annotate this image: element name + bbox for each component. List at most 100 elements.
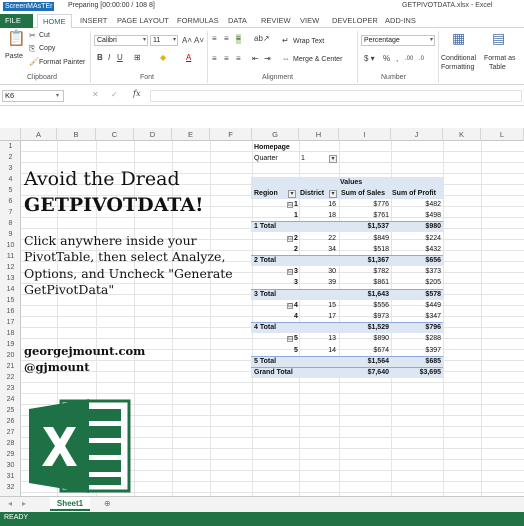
- tab-home[interactable]: HOME: [37, 14, 72, 29]
- column-header[interactable]: G: [252, 128, 299, 141]
- underline-icon[interactable]: U: [117, 53, 123, 63]
- row-header[interactable]: 6: [0, 196, 21, 207]
- tab-review[interactable]: REVIEW: [256, 14, 296, 28]
- row-header[interactable]: 14: [0, 284, 21, 295]
- name-box[interactable]: K6: [2, 90, 64, 102]
- row-header[interactable]: 3: [0, 163, 21, 174]
- format-as-table-label[interactable]: Format as: [484, 55, 516, 62]
- row-header[interactable]: 15: [0, 295, 21, 306]
- font-name-combo[interactable]: Calibri ▾: [94, 35, 148, 46]
- column-header[interactable]: I: [339, 128, 391, 141]
- column-header[interactable]: F: [210, 128, 252, 141]
- decrease-font-icon[interactable]: A˅: [194, 36, 204, 46]
- tab-formulas[interactable]: FORMULAS: [172, 14, 224, 28]
- formula-input[interactable]: [150, 90, 522, 102]
- align-middle-icon[interactable]: ≡: [224, 34, 229, 44]
- tab-add-ins[interactable]: ADD-INS: [380, 14, 421, 28]
- borders-icon[interactable]: ⊞: [134, 53, 141, 63]
- row-header[interactable]: 8: [0, 218, 21, 229]
- collapse-icon[interactable]: ⊟: [287, 336, 293, 343]
- tab-view[interactable]: VIEW: [295, 14, 324, 28]
- collapse-icon[interactable]: ⊟: [287, 202, 293, 208]
- row-header[interactable]: 16: [0, 306, 21, 317]
- row-header[interactable]: 7: [0, 207, 21, 218]
- conditional-formatting-label[interactable]: Conditional: [441, 55, 476, 62]
- select-all-corner[interactable]: [0, 128, 21, 141]
- row-header[interactable]: 11: [0, 251, 21, 262]
- bold-icon[interactable]: B: [97, 53, 103, 63]
- row-header[interactable]: 28: [0, 438, 21, 449]
- row-header[interactable]: 32: [0, 482, 21, 493]
- row-header[interactable]: 13: [0, 273, 21, 284]
- row-header[interactable]: 5: [0, 185, 21, 196]
- align-right-icon[interactable]: ≡: [236, 54, 241, 64]
- font-size-combo[interactable]: 11 ▾: [150, 35, 178, 46]
- comma-icon[interactable]: ,: [396, 54, 398, 64]
- row-header[interactable]: 26: [0, 416, 21, 427]
- filter-dropdown-icon[interactable]: ▾: [329, 155, 337, 163]
- scroll-right-icon[interactable]: ▸: [22, 499, 26, 509]
- column-header[interactable]: H: [299, 128, 339, 141]
- paste-icon[interactable]: 📋: [7, 31, 26, 46]
- chevron-down-icon[interactable]: ▾: [56, 91, 59, 101]
- row-header[interactable]: 20: [0, 350, 21, 361]
- row-header[interactable]: 21: [0, 361, 21, 372]
- tab-data[interactable]: DATA: [223, 14, 252, 28]
- wrap-text-button[interactable]: Wrap Text: [293, 38, 324, 45]
- column-header[interactable]: D: [134, 128, 172, 141]
- conditional-formatting-label-2[interactable]: Formatting: [441, 64, 474, 71]
- increase-indent-icon[interactable]: ⇥: [264, 54, 271, 64]
- tab-file[interactable]: FILE: [0, 14, 33, 28]
- increase-decimal-icon[interactable]: .00: [405, 54, 413, 64]
- column-header[interactable]: K: [443, 128, 481, 141]
- row-header[interactable]: 27: [0, 427, 21, 438]
- row-header[interactable]: 9: [0, 229, 21, 240]
- sheet-tab-sheet1[interactable]: Sheet1: [50, 497, 90, 511]
- row-header[interactable]: 19: [0, 339, 21, 350]
- column-header[interactable]: L: [481, 128, 524, 141]
- row-header[interactable]: 29: [0, 449, 21, 460]
- column-header[interactable]: A: [21, 128, 57, 141]
- column-header[interactable]: B: [57, 128, 96, 141]
- row-header[interactable]: 31: [0, 471, 21, 482]
- row-header[interactable]: 12: [0, 262, 21, 273]
- district-filter-icon[interactable]: ▾: [329, 190, 337, 198]
- align-center-icon[interactable]: ≡: [224, 54, 229, 64]
- font-color-icon[interactable]: A: [186, 53, 191, 63]
- column-header[interactable]: E: [172, 128, 210, 141]
- decrease-decimal-icon[interactable]: .0: [419, 54, 424, 64]
- collapse-icon[interactable]: ⊟: [287, 302, 293, 309]
- row-header[interactable]: 2: [0, 152, 21, 163]
- scroll-left-icon[interactable]: ◂: [8, 499, 12, 509]
- row-header[interactable]: 25: [0, 405, 21, 416]
- row-header[interactable]: 17: [0, 317, 21, 328]
- paste-button[interactable]: Paste: [5, 53, 23, 60]
- row-header[interactable]: 4: [0, 174, 21, 185]
- format-painter-button[interactable]: Format Painter: [39, 59, 85, 66]
- column-header[interactable]: J: [391, 128, 443, 141]
- region-filter-icon[interactable]: ▾: [288, 190, 296, 198]
- row-header[interactable]: 24: [0, 394, 21, 405]
- row-header[interactable]: 22: [0, 372, 21, 383]
- row-header[interactable]: 10: [0, 240, 21, 251]
- insert-function-button[interactable]: fx: [133, 89, 140, 99]
- collapse-icon[interactable]: ⊟: [287, 235, 293, 242]
- tab-page-layout[interactable]: PAGE LAYOUT: [112, 14, 174, 28]
- percent-icon[interactable]: %: [383, 54, 390, 64]
- copy-button[interactable]: Copy: [39, 45, 55, 52]
- row-header[interactable]: 30: [0, 460, 21, 471]
- column-header[interactable]: C: [96, 128, 134, 141]
- number-format-combo[interactable]: Percentage ▾: [361, 35, 435, 46]
- fill-color-icon[interactable]: ◆: [160, 53, 166, 63]
- enter-icon[interactable]: ✓: [111, 90, 118, 100]
- merge-center-button[interactable]: Merge & Center: [293, 56, 342, 63]
- align-left-icon[interactable]: ≡: [212, 54, 217, 64]
- currency-icon[interactable]: $ ▾: [364, 54, 375, 64]
- cut-button[interactable]: Cut: [39, 32, 50, 39]
- row-header[interactable]: 18: [0, 328, 21, 339]
- orientation-icon[interactable]: ab↗: [254, 34, 270, 44]
- tab-developer[interactable]: DEVELOPER: [327, 14, 383, 28]
- cancel-icon[interactable]: ✕: [92, 90, 99, 100]
- italic-icon[interactable]: I: [108, 53, 110, 63]
- row-header[interactable]: 1: [0, 141, 21, 152]
